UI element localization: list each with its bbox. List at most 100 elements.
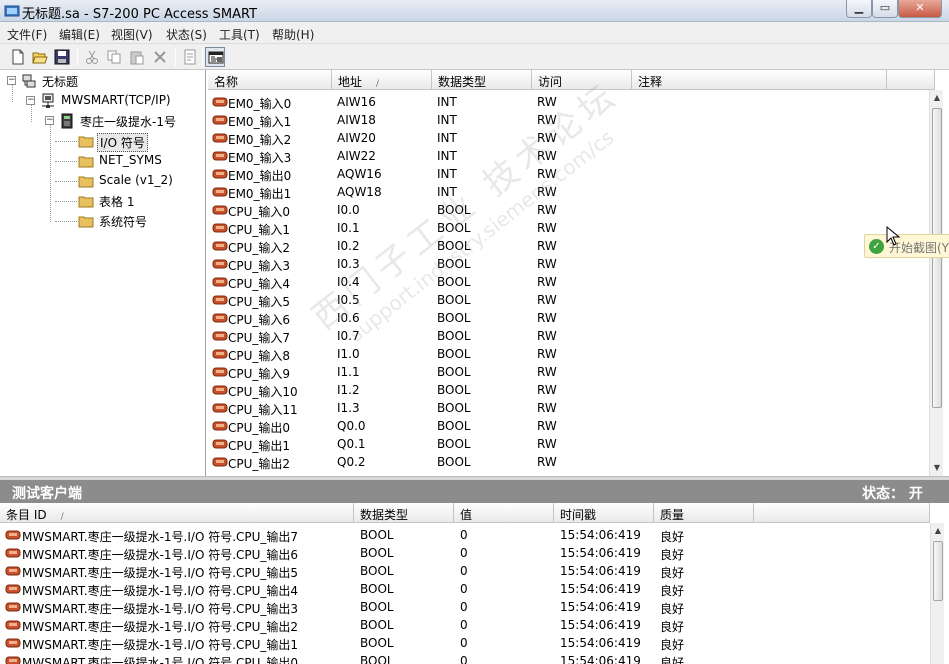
table-row[interactable]: CPU_输入8 I1.0 BOOL RW bbox=[208, 345, 928, 363]
table-row[interactable]: CPU_输入5 I0.5 BOOL RW bbox=[208, 291, 928, 309]
table-row[interactable]: CPU_输入10 I1.2 BOOL RW bbox=[208, 381, 928, 399]
table-row[interactable]: CPU_输出2 Q0.2 BOOL RW bbox=[208, 453, 928, 471]
column-header-access[interactable]: 访问 bbox=[532, 70, 632, 90]
table-row[interactable]: EM0_输出1 AQW18 INT RW bbox=[208, 183, 928, 201]
tree-root-label: 无标题 bbox=[42, 75, 79, 89]
tag-icon bbox=[212, 456, 228, 468]
mouse-cursor-icon bbox=[886, 226, 900, 246]
table-row[interactable]: MWSMART.枣庄一级提水-1号.I/O 符号.CPU_输出7 BOOL 0 15:… bbox=[0, 526, 930, 544]
table-row[interactable]: CPU_输入4 I0.4 BOOL RW bbox=[208, 273, 928, 291]
tag-datatype: BOOL bbox=[437, 203, 471, 217]
maximize-button[interactable]: ▭ bbox=[872, 0, 898, 18]
tag-datatype: BOOL bbox=[437, 221, 471, 235]
table-row[interactable]: CPU_输入6 I0.6 BOOL RW bbox=[208, 309, 928, 327]
tree-plc[interactable]: − MWSMART(TCP/IP) bbox=[0, 92, 200, 110]
scrollbar-thumb[interactable] bbox=[933, 541, 943, 601]
tree-folder-system-symbols[interactable]: 系统符号 bbox=[0, 212, 200, 230]
sort-indicator: / bbox=[376, 79, 380, 89]
tag-datatype: INT bbox=[437, 113, 457, 127]
table-row[interactable]: MWSMART.枣庄一级提水-1号.I/O 符号.CPU_输出6 BOOL 0 15:… bbox=[0, 544, 930, 562]
table-row[interactable]: CPU_输出0 Q0.0 BOOL RW bbox=[208, 417, 928, 435]
column-header-datatype[interactable]: 数据类型 bbox=[354, 503, 454, 523]
delete-icon bbox=[154, 51, 166, 63]
items-vertical-scrollbar[interactable]: ▲ ▼ bbox=[929, 90, 943, 476]
close-button[interactable]: ✕ bbox=[898, 0, 942, 18]
item-quality: 良好 bbox=[660, 548, 685, 562]
column-header-quality[interactable]: 质量 bbox=[654, 503, 754, 523]
table-row[interactable]: EM0_输入3 AIW22 INT RW bbox=[208, 147, 928, 165]
tree-folder-table1[interactable]: 表格 1 bbox=[0, 192, 200, 210]
test-client-button[interactable] bbox=[205, 47, 225, 67]
copy-button[interactable] bbox=[104, 47, 124, 67]
column-header-timestamp[interactable]: 时间戳 bbox=[554, 503, 654, 523]
scroll-down-arrow[interactable]: ▼ bbox=[930, 460, 944, 476]
table-row[interactable]: CPU_输入11 I1.3 BOOL RW bbox=[208, 399, 928, 417]
scroll-up-arrow[interactable]: ▲ bbox=[930, 90, 944, 106]
tag-icon bbox=[212, 276, 228, 288]
toolbar-separator bbox=[202, 48, 203, 66]
table-row[interactable]: MWSMART.枣庄一级提水-1号.I/O 符号.CPU_输出0 BOOL 0 15:… bbox=[0, 652, 930, 664]
tree-folder-net-syms[interactable]: NET_SYMS bbox=[0, 152, 200, 170]
table-row[interactable]: MWSMART.枣庄一级提水-1号.I/O 符号.CPU_输出3 BOOL 0 15:… bbox=[0, 598, 930, 616]
tree-device[interactable]: − 枣庄一级提水-1号 bbox=[0, 112, 200, 130]
tag-address: AIW20 bbox=[337, 131, 376, 145]
paste-button[interactable] bbox=[127, 47, 147, 67]
cut-button[interactable] bbox=[82, 47, 102, 67]
table-row[interactable]: CPU_输入9 I1.1 BOOL RW bbox=[208, 363, 928, 381]
table-row[interactable]: CPU_输入7 I0.7 BOOL RW bbox=[208, 327, 928, 345]
tag-address: I0.4 bbox=[337, 275, 360, 289]
menu-edit[interactable]: 编辑(E) bbox=[59, 26, 100, 43]
menu-status[interactable]: 状态(S) bbox=[166, 26, 207, 43]
tag-name: CPU_输入7 bbox=[228, 331, 291, 345]
tree-root[interactable]: − 无标题 bbox=[0, 72, 200, 90]
client-vertical-scrollbar[interactable]: ▲ bbox=[930, 523, 944, 664]
table-row[interactable]: EM0_输入0 AIW16 INT RW bbox=[208, 93, 928, 111]
properties-button[interactable] bbox=[180, 47, 200, 67]
column-header-name[interactable]: 名称 bbox=[208, 70, 332, 90]
table-row[interactable]: CPU_输入2 I0.2 BOOL RW bbox=[208, 237, 928, 255]
delete-button[interactable] bbox=[150, 47, 170, 67]
menu-file[interactable]: 文件(F) bbox=[7, 26, 47, 43]
column-header-address[interactable]: 地址 / bbox=[332, 70, 432, 90]
item-id: MWSMART.枣庄一级提水-1号.I/O 符号.CPU_输出6 bbox=[22, 548, 299, 562]
scrollbar-thumb[interactable] bbox=[932, 108, 942, 408]
item-id: MWSMART.枣庄一级提水-1号.I/O 符号.CPU_输出5 bbox=[22, 566, 299, 580]
table-row[interactable]: MWSMART.枣庄一级提水-1号.I/O 符号.CPU_输出2 BOOL 0 15:… bbox=[0, 616, 930, 634]
tag-icon bbox=[5, 565, 21, 577]
column-header-value[interactable]: 值 bbox=[454, 503, 554, 523]
table-row[interactable]: CPU_输出1 Q0.1 BOOL RW bbox=[208, 435, 928, 453]
scroll-up-arrow[interactable]: ▲ bbox=[931, 523, 945, 539]
column-header-comment[interactable]: 注释 bbox=[632, 70, 887, 90]
table-row[interactable]: EM0_输出0 AQW16 INT RW bbox=[208, 165, 928, 183]
collapse-toggle[interactable]: − bbox=[26, 96, 35, 105]
tag-access: RW bbox=[537, 221, 557, 235]
table-row[interactable]: CPU_输入1 I0.1 BOOL RW bbox=[208, 219, 928, 237]
menu-help[interactable]: 帮助(H) bbox=[272, 26, 314, 43]
tree-folder-scale[interactable]: Scale (v1_2) bbox=[0, 172, 200, 190]
table-row[interactable]: EM0_输入2 AIW20 INT RW bbox=[208, 129, 928, 147]
tag-icon bbox=[5, 655, 21, 664]
table-row[interactable]: MWSMART.枣庄一级提水-1号.I/O 符号.CPU_输出1 BOOL 0 15:… bbox=[0, 634, 930, 652]
table-row[interactable]: MWSMART.枣庄一级提水-1号.I/O 符号.CPU_输出4 BOOL 0 15:… bbox=[0, 580, 930, 598]
collapse-toggle[interactable]: − bbox=[7, 76, 16, 85]
menu-view[interactable]: 视图(V) bbox=[111, 26, 153, 43]
table-row[interactable]: MWSMART.枣庄一级提水-1号.I/O 符号.CPU_输出5 BOOL 0 15:… bbox=[0, 562, 930, 580]
sort-indicator: / bbox=[60, 512, 64, 522]
item-value: 0 bbox=[460, 600, 468, 614]
table-row[interactable]: EM0_输入1 AIW18 INT RW bbox=[208, 111, 928, 129]
new-icon bbox=[12, 49, 24, 65]
column-header-item-id[interactable]: 条目 ID / bbox=[0, 503, 354, 523]
item-timestamp: 15:54:06:419 bbox=[560, 564, 641, 578]
open-button[interactable] bbox=[30, 47, 50, 67]
item-timestamp: 15:54:06:419 bbox=[560, 582, 641, 596]
column-header-datatype[interactable]: 数据类型 bbox=[432, 70, 532, 90]
new-button[interactable] bbox=[8, 47, 28, 67]
collapse-toggle[interactable]: − bbox=[45, 116, 54, 125]
table-row[interactable]: CPU_输入3 I0.3 BOOL RW bbox=[208, 255, 928, 273]
tree-folder-io-symbols[interactable]: I/O 符号 bbox=[0, 132, 200, 152]
tag-icon bbox=[212, 366, 228, 378]
save-button[interactable] bbox=[52, 47, 72, 67]
minimize-button[interactable]: ▁ bbox=[846, 0, 872, 18]
menu-tools[interactable]: 工具(T) bbox=[219, 26, 260, 43]
table-row[interactable]: CPU_输入0 I0.0 BOOL RW bbox=[208, 201, 928, 219]
